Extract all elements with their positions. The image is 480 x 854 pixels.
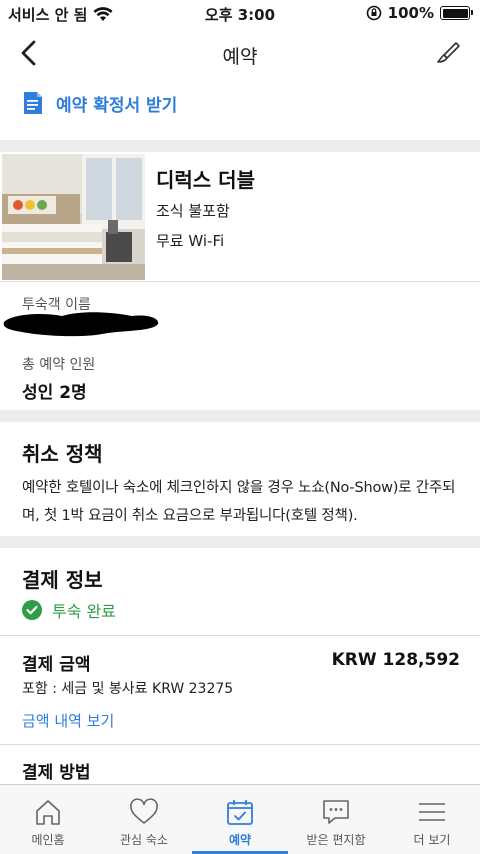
status-bar: 서비스 안 됨 오후 3:00 100%	[0, 0, 480, 28]
confirmation-label: 예약 확정서 받기	[56, 95, 178, 116]
battery-percent: 100%	[387, 4, 434, 22]
cancellation-policy: 취소 정책 예약한 호텔이나 숙소에 체크인하지 않을 경우 노쇼(No-Sho…	[0, 422, 480, 536]
stay-status-text: 투숙 완료	[52, 602, 116, 621]
brush-edit-icon[interactable]	[434, 40, 462, 68]
tab-home[interactable]: 메인홈	[0, 785, 96, 854]
room-card: 디럭스 더블 조식 불포함 무료 Wi-Fi	[0, 152, 480, 282]
cancellation-heading: 취소 정책	[22, 442, 103, 466]
room-name: 디럭스 더블	[156, 168, 255, 192]
section-divider	[0, 536, 480, 548]
wifi-info: 무료 Wi-Fi	[156, 232, 225, 250]
tab-label: 예약	[228, 833, 252, 847]
divider-line	[0, 635, 480, 636]
battery-icon	[440, 6, 473, 20]
document-icon	[24, 92, 42, 114]
section-divider	[0, 410, 480, 422]
meal-info: 조식 불포함	[156, 202, 230, 220]
payment-method-label: 결제 방법	[22, 763, 91, 783]
heart-icon	[130, 798, 158, 824]
section-divider	[0, 140, 480, 152]
status-right: 100%	[366, 4, 473, 22]
menu-icon	[419, 803, 445, 821]
price-details-link[interactable]: 금액 내역 보기	[22, 710, 114, 731]
stay-status: 투숙 완료	[22, 598, 116, 622]
divider-line	[0, 744, 480, 745]
room-photo	[2, 154, 145, 280]
amount-value: KRW 128,592	[331, 650, 460, 670]
message-icon	[323, 800, 349, 824]
guest-count-value: 성인 2명	[22, 383, 87, 403]
home-icon	[36, 800, 60, 825]
tab-label: 메인홈	[31, 833, 65, 847]
tab-label: 받은 편지함	[306, 833, 366, 847]
tab-reservations[interactable]: 예약	[192, 785, 288, 854]
tax-note: 포함 : 세금 및 봉사료 KRW 23275	[22, 681, 234, 697]
tab-label: 더 보기	[413, 833, 451, 847]
payment-heading: 결제 정보	[22, 568, 103, 592]
page-title: 예약	[222, 46, 258, 68]
nav-bar: 예약	[0, 28, 480, 80]
guest-info: 투숙객 이름 총 예약 인원 성인 2명	[0, 282, 480, 410]
tab-inbox[interactable]: 받은 편지함	[288, 785, 384, 854]
get-confirmation-button[interactable]: 예약 확정서 받기	[22, 86, 177, 120]
calendar-check-icon	[227, 800, 253, 825]
rotation-lock-icon	[366, 5, 381, 21]
guest-count-label: 총 예약 인원	[22, 357, 96, 373]
tab-more[interactable]: 더 보기	[384, 785, 480, 854]
redacted-guest-name	[3, 312, 159, 337]
tab-favorites[interactable]: 관심 숙소	[96, 785, 192, 854]
bottom-tab-bar: 메인홈 관심 숙소 예약 받은 편지함 더 보기	[0, 784, 480, 854]
cancellation-text: 예약한 호텔이나 숙소에 체크인하지 않을 경우 노쇼(No-Show)로 간주…	[22, 480, 456, 524]
tab-label: 관심 숙소	[120, 833, 168, 847]
check-circle-icon	[22, 600, 42, 620]
payment-info: 결제 정보 투숙 완료 결제 금액 KRW 128,592 포함 : 세금 및 …	[0, 548, 480, 784]
amount-label: 결제 금액	[22, 655, 91, 675]
